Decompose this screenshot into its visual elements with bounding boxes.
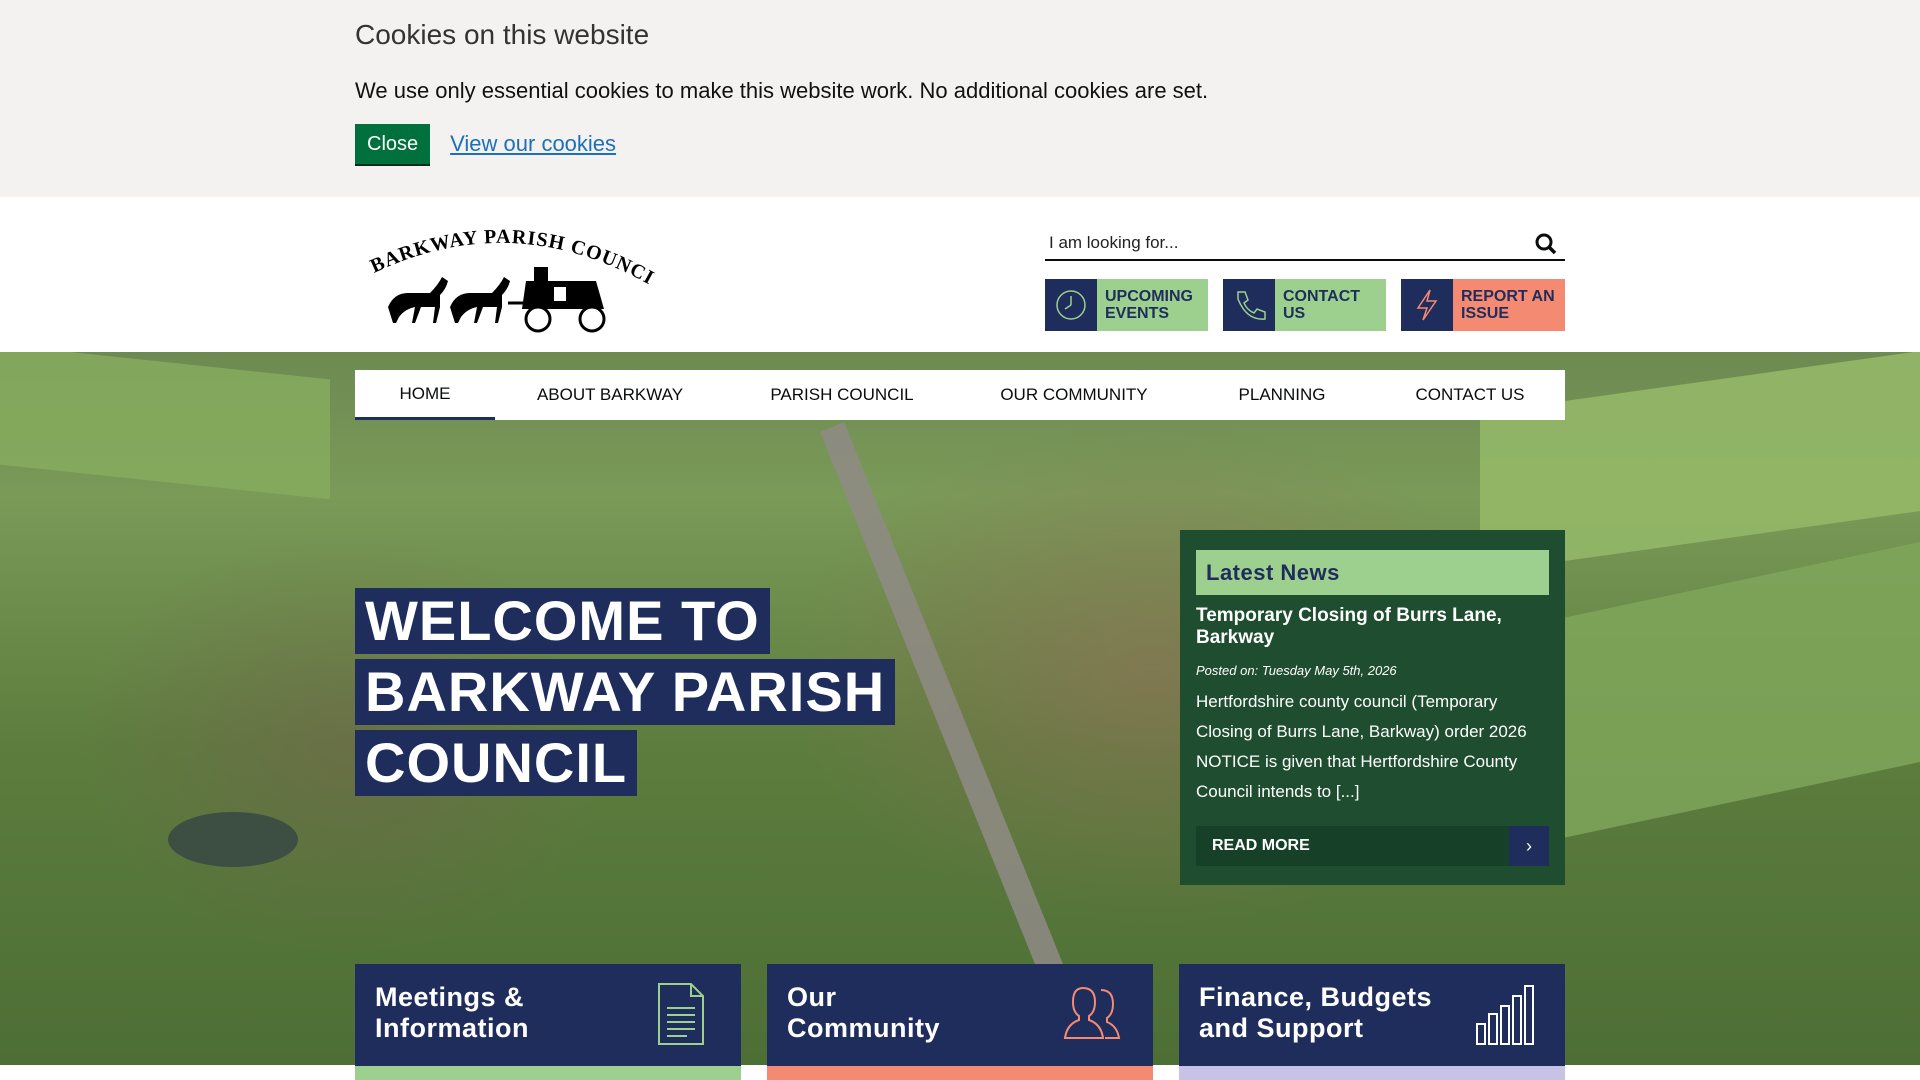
- card-line-2: Information: [375, 1013, 529, 1043]
- upcoming-events-button[interactable]: UPCOMING EVENTS: [1045, 279, 1208, 331]
- main-nav: HOME ABOUT BARKWAY PARISH COUNCIL OUR CO…: [355, 370, 1565, 420]
- our-community-card[interactable]: Our Community: [767, 964, 1153, 1080]
- card-title: Meetings & Information: [375, 982, 529, 1044]
- card-line-1: Meetings &: [375, 982, 525, 1012]
- contact-us-label: CONTACT US: [1275, 279, 1386, 331]
- nav-parish-council[interactable]: PARISH COUNCIL: [725, 370, 959, 420]
- nav-planning[interactable]: PLANNING: [1189, 370, 1375, 420]
- clock-icon: [1045, 279, 1097, 331]
- welcome-heading: WELCOME TO BARKWAY PARISH COUNCIL: [355, 588, 896, 801]
- meetings-information-card[interactable]: Meetings & Information: [355, 964, 741, 1080]
- cookie-close-button[interactable]: Close: [355, 124, 431, 164]
- people-icon: [1061, 982, 1125, 1046]
- news-title[interactable]: Temporary Closing of Burrs Lane, Barkway: [1196, 605, 1546, 649]
- latest-news-heading: Latest News: [1196, 550, 1549, 595]
- news-posted-date: Posted on: Tuesday May 5th, 2026: [1196, 663, 1397, 678]
- contact-us-button[interactable]: CONTACT US: [1223, 279, 1386, 331]
- welcome-line-1: WELCOME TO: [355, 588, 770, 654]
- bar-chart-icon: [1473, 982, 1537, 1046]
- nav-about-barkway[interactable]: ABOUT BARKWAY: [495, 370, 725, 420]
- nav-contact-us[interactable]: CONTACT US: [1375, 370, 1565, 420]
- barkway-logo[interactable]: BARKWAY PARISH COUNCIL: [351, 198, 657, 333]
- site-search: [1045, 229, 1565, 261]
- nav-our-community[interactable]: OUR COMMUNITY: [959, 370, 1189, 420]
- search-icon[interactable]: [1535, 233, 1559, 257]
- welcome-line-2: BARKWAY PARISH: [355, 659, 896, 725]
- search-input[interactable]: [1045, 229, 1519, 257]
- report-issue-label: REPORT AN ISSUE: [1453, 279, 1565, 331]
- svg-text:BARKWAY PARISH COUNCIL: BARKWAY PARISH COUNCIL: [358, 215, 656, 289]
- card-title: Finance, Budgets and Support: [1199, 982, 1432, 1044]
- news-excerpt: Hertfordshire county council (Temporary …: [1196, 692, 1527, 801]
- site-header: BARKWAY PARISH COUNCIL UPCOMING E: [0, 197, 1920, 352]
- read-more-label: READ MORE: [1212, 837, 1310, 854]
- cookie-message: We use only essential cookies to make th…: [355, 78, 1209, 103]
- document-icon: [649, 982, 713, 1046]
- phone-icon: [1223, 279, 1275, 331]
- feature-cards: Meetings & Information Our Community Fin…: [355, 964, 1565, 1080]
- hero-aerial-image: [0, 352, 1920, 1065]
- welcome-line-3: COUNCIL: [355, 730, 638, 796]
- card-line-2: and Support: [1199, 1013, 1364, 1043]
- chevron-right-icon: ›: [1509, 826, 1549, 866]
- cookie-title: Cookies on this website: [355, 19, 650, 50]
- card-title: Our Community: [787, 982, 940, 1044]
- upcoming-events-label: UPCOMING EVENTS: [1097, 279, 1208, 331]
- nav-home[interactable]: HOME: [355, 370, 495, 420]
- report-issue-button[interactable]: REPORT AN ISSUE: [1401, 279, 1565, 331]
- card-line-1: Our: [787, 982, 837, 1012]
- view-cookies-link[interactable]: View our cookies: [450, 131, 616, 157]
- lightning-icon: [1401, 279, 1453, 331]
- card-line-2: Community: [787, 1013, 940, 1043]
- finance-budgets-card[interactable]: Finance, Budgets and Support: [1179, 964, 1565, 1080]
- read-more-button[interactable]: READ MORE ›: [1196, 826, 1549, 866]
- latest-news-panel: Latest News Temporary Closing of Burrs L…: [1180, 530, 1565, 885]
- cookie-banner: Cookies on this website We use only esse…: [0, 0, 1920, 197]
- card-line-1: Finance, Budgets: [1199, 982, 1433, 1012]
